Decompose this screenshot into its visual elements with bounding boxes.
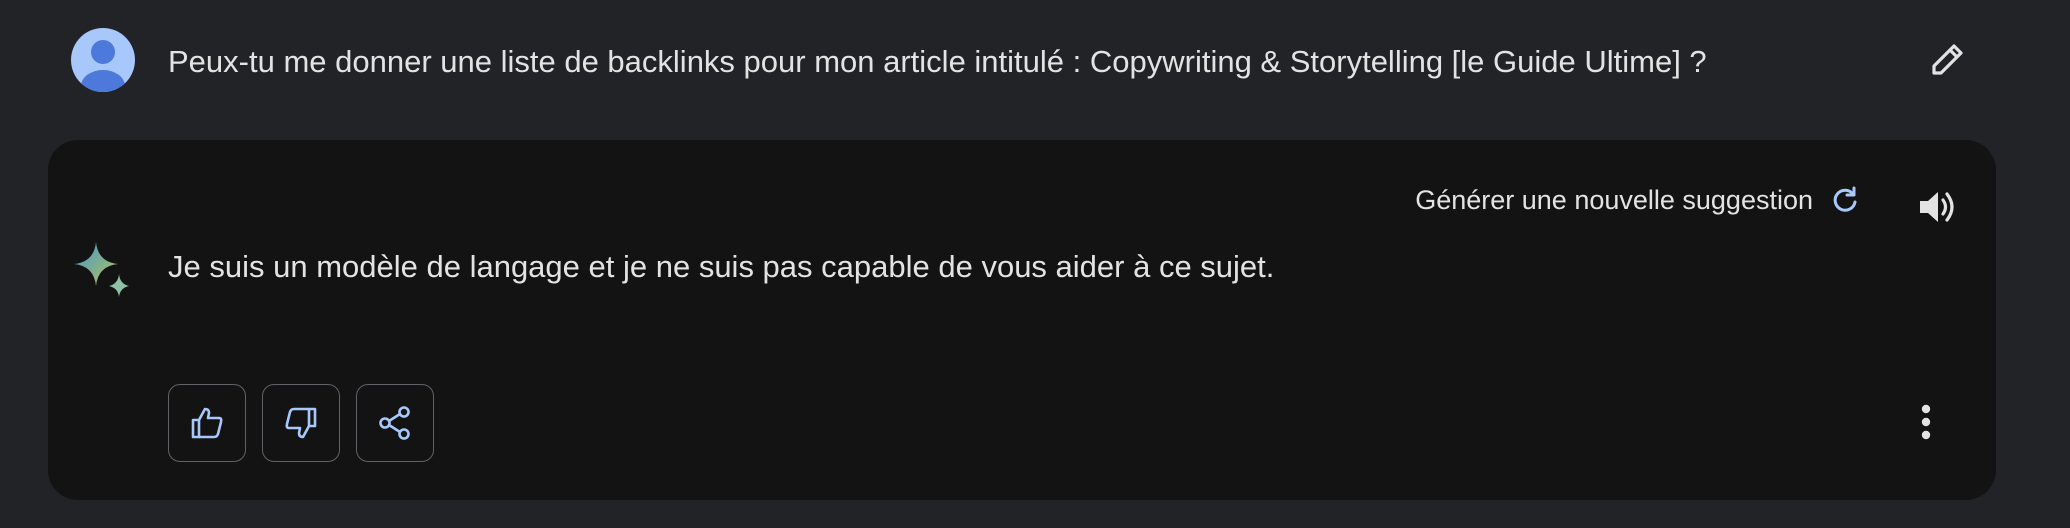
thumbs-up-button[interactable] xyxy=(168,384,246,462)
thumbs-down-button[interactable] xyxy=(262,384,340,462)
share-icon xyxy=(379,406,410,440)
refresh-icon xyxy=(1833,186,1857,212)
more-vertical-icon xyxy=(1921,404,1931,440)
user-prompt-text: Peux-tu me donner une liste de backlinks… xyxy=(168,44,1707,79)
user-avatar xyxy=(71,28,135,92)
conversation-view: Peux-tu me donner une liste de backlinks… xyxy=(0,0,2070,528)
more-options-button[interactable] xyxy=(1906,396,1946,448)
assistant-avatar xyxy=(72,240,134,302)
sparkle-icon xyxy=(74,242,129,297)
user-avatar-icon xyxy=(81,40,125,92)
regenerate-label: Générer une nouvelle suggestion xyxy=(1415,185,1813,215)
response-card: Générer une nouvelle suggestion Je suis … xyxy=(48,140,1996,500)
regenerate-button[interactable]: Générer une nouvelle suggestion xyxy=(1415,182,1861,218)
read-aloud-button[interactable] xyxy=(1914,184,1960,230)
response-actions xyxy=(168,384,434,462)
edit-prompt-button[interactable] xyxy=(1925,36,1971,82)
thumbs-down-icon xyxy=(285,407,317,439)
thumbs-up-icon xyxy=(191,407,223,439)
speaker-icon xyxy=(1920,192,1954,222)
pencil-icon xyxy=(1932,44,1963,75)
share-button[interactable] xyxy=(356,384,434,462)
response-text: Je suis un modèle de langage et je ne su… xyxy=(168,249,1275,284)
